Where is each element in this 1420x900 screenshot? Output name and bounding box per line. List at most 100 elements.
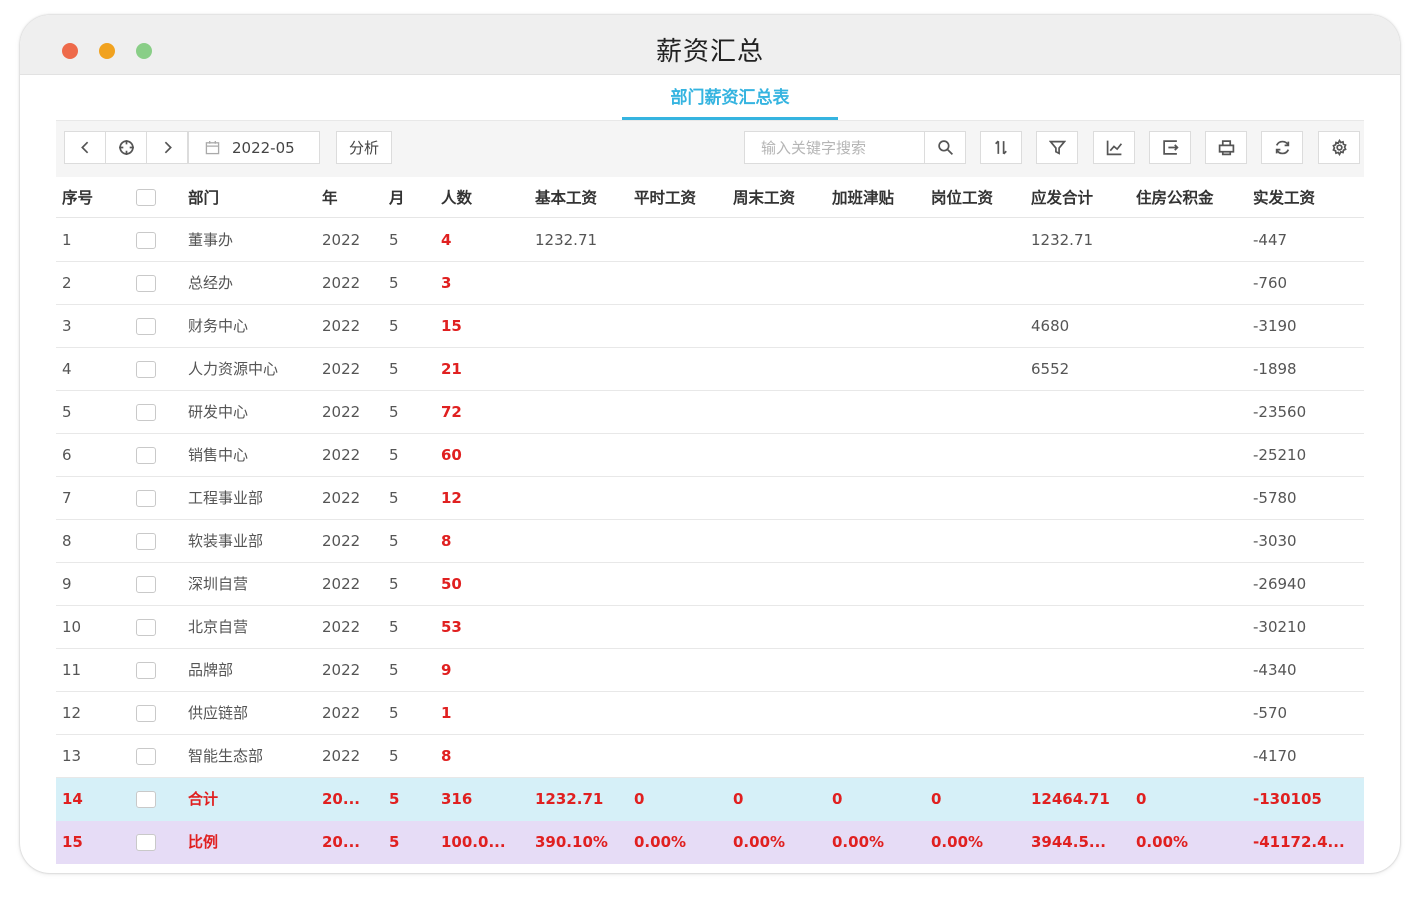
month-picker[interactable]: 2022-05 — [188, 131, 320, 164]
row-select-cell[interactable] — [136, 434, 166, 476]
table-row[interactable]: 1 董事办 2022 5 4 1232.71 1232.71 -447 — [56, 219, 1364, 262]
table-row[interactable]: 12 供应链部 2022 5 1 -570 — [56, 692, 1364, 735]
table-cell — [733, 391, 825, 433]
cell-regular: 0 — [634, 790, 645, 808]
col-regular[interactable]: 平时工资 — [634, 177, 726, 217]
col-overtime[interactable]: 加班津贴 — [832, 177, 924, 217]
table-row[interactable]: 13 智能生态部 2022 5 8 -4170 — [56, 735, 1364, 778]
row-checkbox[interactable] — [136, 317, 156, 335]
table-row[interactable]: 11 品牌部 2022 5 9 -4340 — [56, 649, 1364, 692]
row-checkbox[interactable] — [136, 791, 156, 808]
table-row[interactable]: 10 北京自营 2022 5 53 -30210 — [56, 606, 1364, 649]
row-checkbox[interactable] — [136, 834, 156, 851]
select-all-checkbox[interactable] — [136, 188, 156, 206]
search-button[interactable] — [924, 131, 966, 164]
table-cell — [634, 391, 726, 433]
row-select-cell[interactable] — [136, 692, 166, 734]
chart-button[interactable] — [1093, 131, 1135, 164]
cell-seq: 15 — [62, 833, 83, 851]
row-checkbox[interactable] — [136, 704, 156, 722]
prev-month-button[interactable] — [64, 131, 106, 164]
table-cell: 0.00% — [634, 821, 726, 864]
table-cell: 5 — [389, 778, 429, 821]
row-select-cell[interactable] — [136, 821, 166, 864]
col-net[interactable]: 实发工资 — [1253, 177, 1358, 217]
table-row-total[interactable]: 14 合计 20... 5 316 1232.71 0 0 0 0 12464.71 0 -130105 — [56, 778, 1364, 821]
table-row[interactable]: 7 工程事业部 2022 5 12 -5780 — [56, 477, 1364, 520]
row-select-cell[interactable] — [136, 649, 166, 691]
row-select-cell[interactable] — [136, 778, 166, 821]
table-cell: 5 — [389, 219, 429, 261]
next-month-button[interactable] — [146, 131, 188, 164]
row-select-cell[interactable] — [136, 563, 166, 605]
table-cell: 5 — [389, 434, 429, 476]
row-checkbox[interactable] — [136, 532, 156, 550]
table-cell — [1136, 348, 1246, 390]
print-button[interactable] — [1205, 131, 1247, 164]
cell-seq: 12 — [62, 703, 82, 722]
row-select-cell[interactable] — [136, 735, 166, 777]
row-select-cell[interactable] — [136, 477, 166, 519]
table-cell: 人力资源中心 — [188, 348, 308, 390]
cell-count: 316 — [441, 790, 473, 808]
col-housing[interactable]: 住房公积金 — [1136, 177, 1246, 217]
current-month-button[interactable] — [105, 131, 147, 164]
col-base[interactable]: 基本工资 — [535, 177, 627, 217]
export-icon — [1162, 140, 1179, 155]
cell-net: -41172.4... — [1253, 833, 1345, 851]
table-cell: 1232.71 — [535, 219, 627, 261]
row-select-cell[interactable] — [136, 348, 166, 390]
table-cell — [535, 434, 627, 476]
settings-button[interactable] — [1318, 131, 1360, 164]
table-row[interactable]: 8 软装事业部 2022 5 8 -3030 — [56, 520, 1364, 563]
row-checkbox[interactable] — [136, 360, 156, 378]
row-checkbox[interactable] — [136, 575, 156, 593]
table-row[interactable]: 6 销售中心 2022 5 60 -25210 — [56, 434, 1364, 477]
table-cell: 2022 — [322, 391, 370, 433]
table-cell: 供应链部 — [188, 692, 308, 734]
search-input[interactable] — [744, 131, 924, 164]
table-row[interactable]: 9 深圳自营 2022 5 50 -26940 — [56, 563, 1364, 606]
tab-dept-salary-summary[interactable]: 部门薪资汇总表 — [622, 79, 838, 120]
col-select-all[interactable] — [136, 177, 166, 217]
col-gross[interactable]: 应发合计 — [1031, 177, 1131, 217]
table-cell: -30210 — [1253, 606, 1348, 648]
row-checkbox[interactable] — [136, 446, 156, 464]
col-position[interactable]: 岗位工资 — [931, 177, 1023, 217]
row-checkbox[interactable] — [136, 747, 156, 765]
table-row[interactable]: 3 财务中心 2022 5 15 4680 -3190 — [56, 305, 1364, 348]
row-select-cell[interactable] — [136, 219, 166, 261]
cell-count: 53 — [441, 617, 462, 636]
row-select-cell[interactable] — [136, 305, 166, 347]
table-cell: -25210 — [1253, 434, 1348, 476]
row-select-cell[interactable] — [136, 520, 166, 562]
row-checkbox[interactable] — [136, 489, 156, 507]
sort-button[interactable] — [980, 131, 1022, 164]
row-select-cell[interactable] — [136, 391, 166, 433]
table-cell: 390.10% — [535, 821, 627, 864]
row-checkbox[interactable] — [136, 661, 156, 679]
cell-month: 5 — [389, 660, 399, 679]
row-checkbox[interactable] — [136, 274, 156, 292]
row-select-cell[interactable] — [136, 606, 166, 648]
table-cell — [832, 305, 924, 347]
row-checkbox[interactable] — [136, 231, 156, 249]
export-button[interactable] — [1149, 131, 1191, 164]
col-count[interactable]: 人数 — [441, 177, 521, 217]
row-select-cell[interactable] — [136, 262, 166, 304]
table-row-ratio[interactable]: 15 比例 20... 5 100.0... 390.10% 0.00% 0.00% 0.00%… — [56, 821, 1364, 864]
row-checkbox[interactable] — [136, 403, 156, 421]
col-seq[interactable]: 序号 — [62, 177, 122, 217]
table-row[interactable]: 2 总经办 2022 5 3 -760 — [56, 262, 1364, 305]
col-year[interactable]: 年 — [322, 177, 382, 217]
col-weekend[interactable]: 周末工资 — [733, 177, 825, 217]
table-row[interactable]: 5 研发中心 2022 5 72 -23560 — [56, 391, 1364, 434]
col-month[interactable]: 月 — [389, 177, 429, 217]
table-row[interactable]: 4 人力资源中心 2022 5 21 6552 -1898 — [56, 348, 1364, 391]
table-cell: 2022 — [322, 692, 370, 734]
row-checkbox[interactable] — [136, 618, 156, 636]
refresh-button[interactable] — [1261, 131, 1303, 164]
filter-button[interactable] — [1036, 131, 1078, 164]
col-dept[interactable]: 部门 — [188, 177, 308, 217]
analyze-button[interactable]: 分析 — [336, 131, 392, 164]
